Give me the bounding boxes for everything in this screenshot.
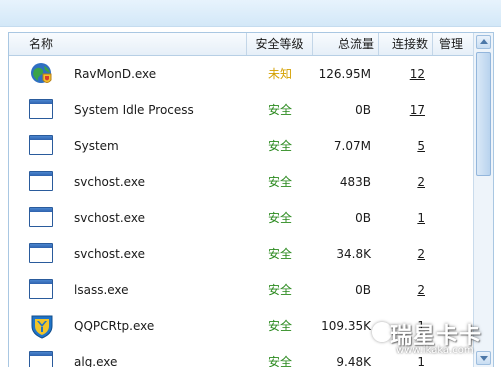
security-level: 安全	[267, 211, 292, 225]
window-icon-frame	[29, 207, 53, 227]
process-name: alg.exe	[74, 355, 118, 367]
column-header-connections[interactable]: 连接数	[379, 33, 433, 55]
process-name: lsass.exe	[74, 283, 129, 297]
manage-cell[interactable]	[433, 236, 473, 272]
process-name: System	[74, 139, 119, 153]
window-icon	[29, 97, 55, 123]
column-header-security-level[interactable]: 安全等级	[247, 33, 313, 55]
window-icon	[29, 277, 55, 303]
security-level: 安全	[267, 355, 292, 367]
window-icon	[29, 241, 55, 267]
manage-cell[interactable]	[433, 56, 473, 92]
vertical-scrollbar[interactable]	[473, 33, 493, 367]
window-icon	[29, 205, 55, 231]
process-row[interactable]: svchost.exe 安全 483B 2	[9, 164, 473, 200]
column-header-total-traffic[interactable]: 总流量	[313, 33, 379, 55]
process-row[interactable]: svchost.exe 安全 0B 1	[9, 200, 473, 236]
connections-link[interactable]: 5	[379, 128, 425, 164]
manage-cell[interactable]	[433, 272, 473, 308]
manage-cell[interactable]	[433, 200, 473, 236]
security-level: 安全	[267, 247, 292, 261]
security-level: 安全	[267, 139, 292, 153]
connections-link[interactable]: 12	[379, 56, 425, 92]
connections-link[interactable]: 1	[379, 200, 425, 236]
security-level: 安全	[267, 103, 292, 117]
window-icon	[29, 133, 55, 159]
process-row[interactable]: RavMonD.exe 未知 126.95M 12	[9, 56, 473, 92]
scroll-up-arrow-icon[interactable]	[476, 35, 491, 49]
window-icon-frame	[29, 99, 53, 119]
window-icon-frame	[29, 171, 53, 191]
process-name: svchost.exe	[74, 211, 145, 225]
watermark-bubble-icon	[372, 322, 392, 342]
process-row[interactable]: System 安全 7.07M 5	[9, 128, 473, 164]
window-icon-frame	[29, 351, 53, 367]
security-level: 安全	[267, 175, 292, 189]
manage-cell[interactable]	[433, 164, 473, 200]
window-icon-frame	[29, 135, 53, 155]
window-icon-frame	[29, 243, 53, 263]
window-icon	[29, 169, 55, 195]
connections-link[interactable]: 2	[379, 164, 425, 200]
process-name: svchost.exe	[74, 175, 145, 189]
globe-shield-icon	[29, 61, 55, 87]
connections-link[interactable]: 2	[379, 236, 425, 272]
process-name: RavMonD.exe	[74, 67, 157, 81]
top-toolbar	[0, 0, 501, 27]
total-traffic: 0B	[355, 211, 371, 225]
total-traffic: 0B	[355, 103, 371, 117]
watermark-url: www.ikaka.com	[396, 345, 474, 356]
process-row[interactable]: lsass.exe 安全 0B 2	[9, 272, 473, 308]
total-traffic: 9.48K	[336, 355, 371, 367]
process-name: QQPCRtp.exe	[74, 319, 155, 333]
scrollbar-thumb[interactable]	[476, 52, 491, 176]
total-traffic: 7.07M	[333, 139, 371, 153]
total-traffic: 126.95M	[318, 67, 371, 81]
column-header-name[interactable]: 名称	[9, 33, 247, 55]
column-header-manage[interactable]: 管理	[433, 33, 473, 55]
process-list-panel: 名称 安全等级 总流量 连接数 管理 RavMonD.exe 未知 126.95M 1…	[8, 32, 494, 367]
total-traffic: 34.8K	[336, 247, 371, 261]
security-level: 安全	[267, 283, 292, 297]
process-row[interactable]: svchost.exe 安全 34.8K 2	[9, 236, 473, 272]
watermark-logo: 瑞星卡卡 www.ikaka.com	[372, 318, 498, 364]
total-traffic: 109.35K	[321, 319, 371, 333]
connections-link[interactable]: 2	[379, 272, 425, 308]
security-level: 安全	[267, 319, 292, 333]
process-name: System Idle Process	[74, 103, 194, 117]
window-icon	[29, 349, 55, 367]
process-name: svchost.exe	[74, 247, 145, 261]
process-row[interactable]: System Idle Process 安全 0B 17	[9, 92, 473, 128]
manage-cell[interactable]	[433, 128, 473, 164]
total-traffic: 0B	[355, 283, 371, 297]
security-level: 未知	[267, 67, 292, 81]
window-icon-frame	[29, 279, 53, 299]
total-traffic: 483B	[339, 175, 371, 189]
list-header: 名称 安全等级 总流量 连接数 管理	[9, 33, 473, 56]
manage-cell[interactable]	[433, 92, 473, 128]
connections-link[interactable]: 17	[379, 92, 425, 128]
qq-shield-icon	[29, 313, 55, 339]
